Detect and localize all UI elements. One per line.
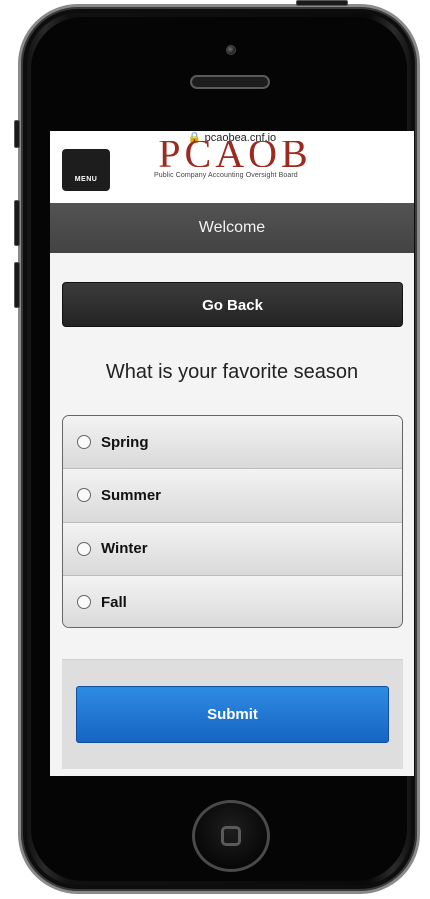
phone-screen: 🔒 pcaobea.cnf.io MENU PCAOB Public Compa… [50, 131, 414, 776]
option-label: Fall [101, 593, 127, 611]
option-fall[interactable]: Fall [63, 575, 402, 627]
mute-switch [14, 120, 20, 148]
menu-button[interactable]: MENU [62, 149, 110, 191]
option-spring[interactable]: Spring [63, 416, 402, 470]
home-button[interactable] [192, 800, 270, 872]
go-back-button[interactable]: Go Back [62, 282, 403, 327]
radio-icon[interactable] [77, 488, 91, 503]
earpiece-speaker [190, 75, 270, 89]
question-text: What is your favorite season [105, 361, 359, 383]
radio-icon[interactable] [77, 541, 91, 556]
logo: PCAOB [158, 141, 312, 167]
power-button [296, 0, 348, 6]
menu-label: MENU [74, 176, 98, 183]
option-winter[interactable]: Winter [63, 522, 402, 576]
option-label: Spring [101, 433, 149, 451]
radio-icon[interactable] [77, 435, 91, 450]
submit-button[interactable]: Submit [76, 686, 389, 743]
option-summer[interactable]: Summer [63, 469, 402, 523]
option-label: Summer [101, 486, 162, 504]
home-square-icon [221, 826, 241, 846]
option-label: Winter [101, 540, 148, 558]
volume-up-button [14, 200, 20, 246]
radio-icon[interactable] [77, 595, 91, 610]
site-header: MENU PCAOB Public Company Accounting Ove… [50, 141, 414, 203]
front-camera [226, 45, 236, 55]
logo-tagline: Public Company Accounting Oversight Boar… [154, 172, 298, 179]
page-title: Welcome [50, 203, 414, 253]
submit-area: Submit [62, 659, 403, 769]
volume-down-button [14, 262, 20, 308]
season-options: Spring Summer Winter Fall [62, 415, 403, 628]
